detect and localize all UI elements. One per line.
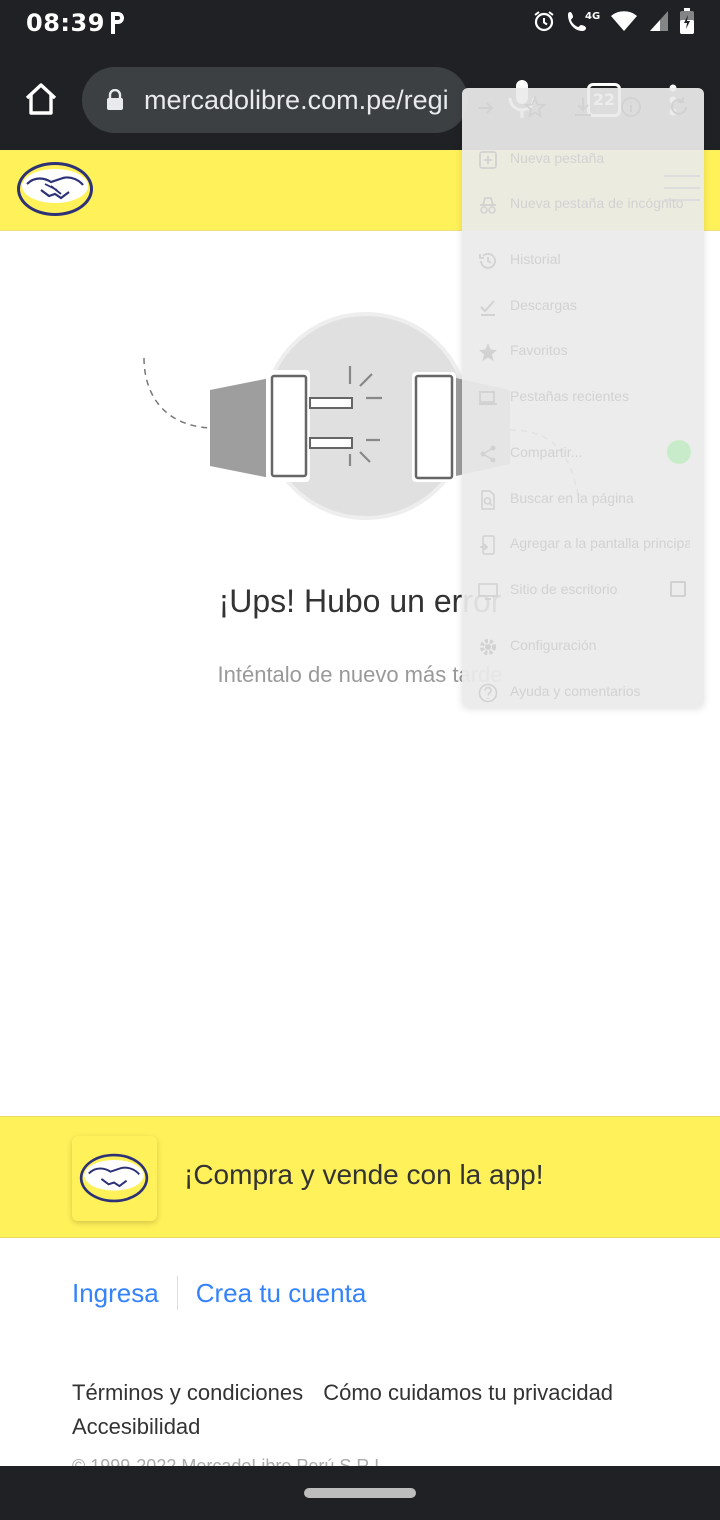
recent-tabs-icon (479, 391, 497, 405)
menu-item-new-tab[interactable]: Nueva pestaña (462, 142, 704, 182)
battery-icon (680, 8, 694, 34)
menu-item-help[interactable]: Ayuda y comentarios (462, 675, 704, 715)
url-text[interactable]: mercadolibre.com.pe/regi (144, 85, 449, 116)
desktop-site-checkbox[interactable] (670, 581, 686, 597)
forward-icon[interactable] (476, 98, 496, 118)
desktop-icon (478, 583, 498, 600)
legal-links: Términos y condiciones Cómo cuidamos tu … (72, 1376, 632, 1444)
signal-icon (650, 11, 668, 31)
menu-item-incognito-tab[interactable]: Nueva pestaña de incógnito (462, 187, 704, 227)
address-bar[interactable]: mercadolibre.com.pe/regi (82, 67, 468, 133)
menu-item-history[interactable]: Historial (462, 243, 704, 283)
handshake-logo-icon (79, 1153, 149, 1203)
status-time: 08:39 (26, 9, 105, 37)
mercadolibre-app-icon (72, 1136, 157, 1221)
history-icon (479, 253, 496, 269)
star-icon (479, 343, 497, 361)
privacy-link[interactable]: Cómo cuidamos tu privacidad (323, 1380, 613, 1405)
browser-overflow-menu: Nueva pestaña Nueva pestaña de incógnito… (462, 88, 704, 707)
menu-item-recent-tabs[interactable]: Pestañas recientes (462, 380, 704, 420)
incognito-icon (480, 197, 496, 214)
find-in-page-icon (481, 490, 495, 510)
menu-item-add-to-home[interactable]: Agregar a la pantalla principal (462, 527, 704, 567)
downloads-icon (480, 300, 495, 316)
bookmark-star-icon[interactable] (524, 96, 546, 118)
system-navigation-bar (0, 1466, 720, 1520)
settings-icon (480, 639, 496, 655)
menu-item-bookmarks[interactable]: Favoritos (462, 334, 704, 374)
refresh-icon[interactable] (668, 96, 690, 118)
parking-icon (111, 12, 124, 34)
terms-link[interactable]: Términos y condiciones (72, 1380, 303, 1405)
status-icons: 4G (532, 8, 694, 34)
link-divider (176, 1276, 178, 1310)
lock-icon (107, 89, 123, 110)
account-links: Ingresa Crea tu cuenta (72, 1276, 366, 1310)
menu-item-downloads[interactable]: Descargas (462, 289, 704, 329)
info-icon[interactable] (620, 96, 642, 118)
menu-item-desktop-site[interactable]: Sitio de escritorio (462, 573, 704, 613)
svg-text:4G: 4G (585, 11, 600, 22)
download-icon[interactable] (572, 96, 594, 118)
signup-link[interactable]: Crea tu cuenta (196, 1278, 367, 1309)
app-download-banner[interactable]: ¡Compra y vende con la app! (0, 1116, 720, 1238)
overflow-menu-toolbar (462, 88, 704, 128)
menu-item-settings[interactable]: Configuración (462, 629, 704, 669)
new-tab-icon (479, 151, 497, 169)
home-icon[interactable] (22, 80, 60, 118)
login-link[interactable]: Ingresa (72, 1278, 159, 1309)
mercadolibre-logo[interactable] (15, 160, 95, 218)
status-bar: 08:39 4G (0, 0, 720, 46)
app-banner-text: ¡Compra y vende con la app! (184, 1159, 544, 1190)
accessibility-link[interactable]: Accesibilidad (72, 1414, 200, 1439)
wifi-icon (611, 11, 637, 31)
wifi-calling-icon: 4G (568, 11, 600, 31)
help-icon (478, 683, 498, 703)
whatsapp-icon[interactable] (667, 440, 691, 464)
alarm-icon (534, 11, 554, 32)
menu-item-find-in-page[interactable]: Buscar en la página (462, 482, 704, 522)
add-to-home-icon (480, 535, 495, 555)
gesture-handle[interactable] (304, 1488, 416, 1498)
share-icon (480, 445, 496, 463)
menu-item-share[interactable]: Compartir... (462, 436, 704, 476)
